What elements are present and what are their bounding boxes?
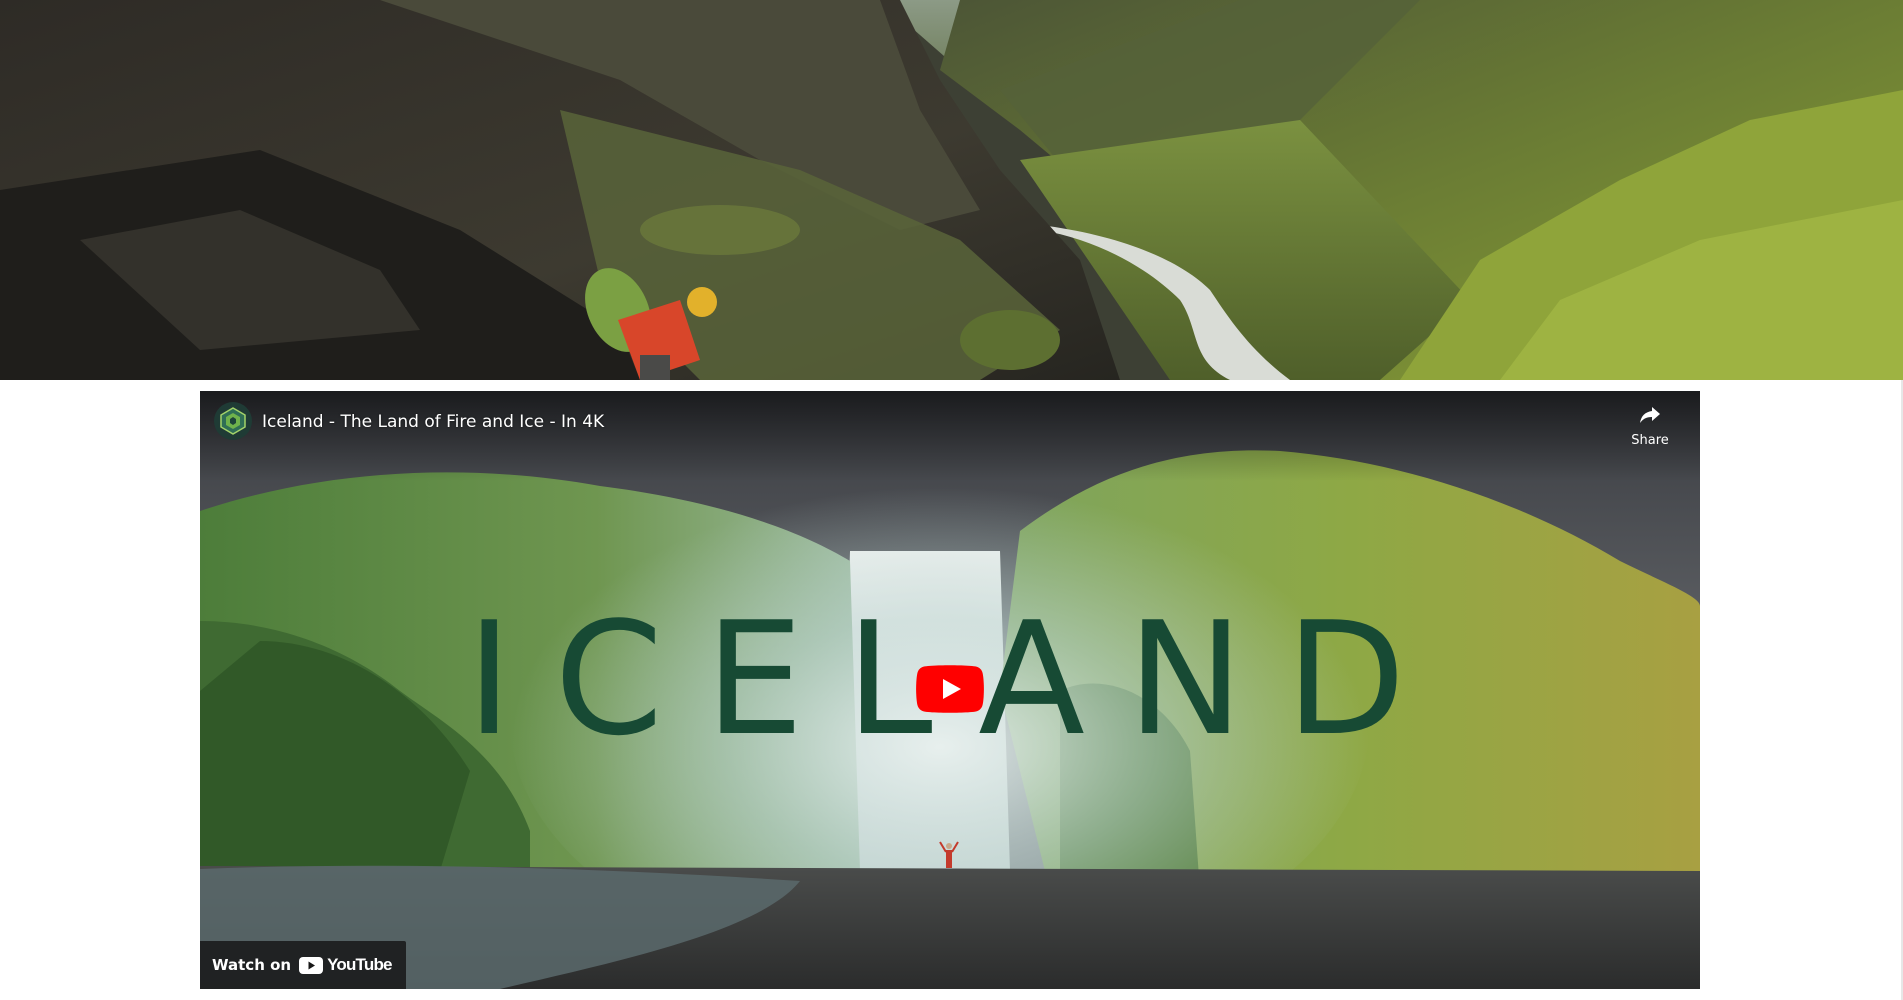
valley-landscape-image [0, 0, 1903, 380]
channel-avatar[interactable] [214, 402, 252, 440]
hero-banner-image [0, 0, 1903, 380]
youtube-wordmark: YouTube [327, 955, 392, 974]
play-button[interactable] [916, 665, 984, 713]
watch-on-label: Watch on [212, 956, 292, 974]
video-player[interactable]: ICELAND Iceland - The Land of Fire and I… [200, 391, 1700, 989]
youtube-logo: YouTube [299, 955, 392, 975]
top-gradient [200, 391, 1700, 481]
watch-on-youtube-button[interactable]: Watch on YouTube [200, 941, 406, 989]
share-label: Share [1631, 433, 1669, 448]
page: ICELAND Iceland - The Land of Fire and I… [0, 0, 1903, 1000]
youtube-play-icon [299, 956, 324, 974]
play-icon [916, 665, 984, 713]
hexagon-logo-icon [220, 407, 246, 435]
video-title-link[interactable]: Iceland - The Land of Fire and Ice - In … [262, 412, 604, 432]
share-button[interactable]: Share [1620, 402, 1680, 452]
share-arrow-icon [1640, 407, 1660, 423]
